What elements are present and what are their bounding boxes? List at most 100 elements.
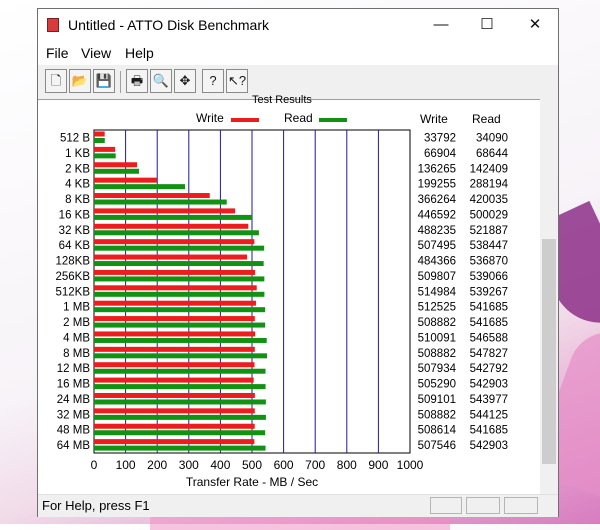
read-value: 546588: [470, 332, 508, 344]
category-label: 32 KB: [59, 225, 91, 237]
read-bar: [94, 399, 266, 405]
read-value: 521887: [470, 225, 508, 237]
write-bar: [94, 331, 256, 337]
write-bar: [94, 177, 157, 183]
write-bar: [94, 439, 255, 445]
read-bar: [94, 414, 266, 420]
category-label: 4 MB: [63, 332, 90, 344]
category-label: 32 MB: [57, 409, 91, 421]
save-icon[interactable]: 💾: [93, 69, 115, 93]
write-bar: [94, 392, 255, 398]
category-label: 256KB: [55, 271, 90, 283]
print-icon[interactable]: 🖶: [126, 69, 148, 93]
help-icon[interactable]: ?: [202, 69, 224, 93]
write-value: 510091: [418, 332, 456, 344]
context-help-icon[interactable]: ↖?: [226, 69, 248, 93]
x-tick-label: 0: [91, 458, 98, 472]
maximize-button[interactable]: ☐: [464, 9, 510, 41]
print-preview-icon[interactable]: 🔍: [150, 69, 172, 93]
write-value: 507495: [418, 240, 456, 252]
x-tick-label: 900: [368, 458, 388, 472]
category-label: 64 KB: [59, 240, 91, 252]
read-bar: [94, 445, 266, 451]
read-bar: [94, 337, 267, 343]
read-bar: [94, 245, 265, 251]
read-bar: [94, 138, 105, 143]
category-label: 512 B: [60, 133, 90, 145]
read-value: 547827: [470, 348, 508, 360]
menu-view[interactable]: View: [81, 45, 111, 61]
read-value: 539066: [470, 271, 508, 283]
app-window: Untitled - ATTO Disk Benchmark — ☐ ✕ Fil…: [37, 8, 559, 517]
write-bar: [94, 269, 256, 275]
write-bar: [94, 285, 257, 291]
read-value: 538447: [470, 240, 508, 252]
read-bar: [94, 430, 266, 436]
write-value: 509807: [418, 271, 456, 283]
write-bar: [94, 193, 210, 199]
menu-file[interactable]: File: [46, 45, 69, 61]
category-label: 2 MB: [63, 317, 90, 329]
write-value: 507934: [418, 363, 457, 375]
write-bar: [94, 131, 105, 137]
window-title: Untitled - ATTO Disk Benchmark: [68, 17, 269, 33]
menu-bar: File View Help: [38, 41, 558, 65]
scrollbar-thumb[interactable]: [542, 239, 556, 464]
new-document-icon[interactable]: 🗋: [45, 69, 67, 93]
write-value: 446592: [418, 209, 456, 221]
read-bar: [94, 214, 253, 220]
category-label: 48 MB: [57, 425, 91, 437]
write-value: 508882: [418, 348, 456, 360]
close-button[interactable]: ✕: [512, 9, 558, 41]
write-value: 33792: [424, 133, 456, 145]
category-label: 1 MB: [63, 302, 90, 314]
vertical-scrollbar[interactable]: [540, 99, 558, 494]
category-label: 8 MB: [63, 348, 90, 360]
read-bar: [94, 168, 140, 174]
write-bar: [94, 346, 255, 352]
read-value: 68644: [476, 148, 509, 160]
menu-help[interactable]: Help: [125, 45, 154, 61]
status-pane: [504, 497, 538, 514]
category-label: 16 MB: [57, 379, 91, 391]
category-label: 2 KB: [65, 163, 90, 175]
write-bar: [94, 146, 116, 152]
read-value: 542903: [470, 440, 508, 452]
category-label: 16 KB: [59, 209, 91, 221]
write-bar: [94, 239, 255, 245]
results-view: Test Results Write Read Write Read 512 B…: [38, 94, 540, 494]
category-label: 24 MB: [57, 394, 91, 406]
read-bar: [94, 322, 266, 328]
title-bar[interactable]: Untitled - ATTO Disk Benchmark — ☐ ✕: [38, 9, 558, 41]
write-bar: [94, 208, 236, 214]
write-bar: [94, 408, 255, 414]
category-label: 12 MB: [57, 363, 91, 375]
status-pane: [466, 497, 500, 514]
read-value: 544125: [470, 409, 508, 421]
read-value: 541685: [470, 317, 508, 329]
open-folder-icon[interactable]: 📂: [69, 69, 91, 93]
write-value: 136265: [418, 163, 456, 175]
minimize-button[interactable]: —: [418, 9, 464, 41]
x-tick-label: 400: [210, 458, 230, 472]
read-value: 34090: [476, 133, 508, 145]
write-value: 509101: [418, 394, 456, 406]
x-axis-label: Transfer Rate - MB / Sec: [186, 475, 318, 489]
read-value: 542903: [470, 379, 508, 391]
write-value: 508614: [418, 425, 457, 437]
write-bar: [94, 423, 255, 429]
write-bar: [94, 316, 255, 322]
category-label: 4 KB: [65, 179, 90, 191]
transfer-rate-chart: 512 B 33792 34090 1 KB 66904 68644 2 KB 136265 1…: [55, 129, 509, 489]
move-icon[interactable]: ✥: [174, 69, 196, 93]
write-value: 505290: [418, 379, 456, 391]
write-bar: [94, 377, 254, 383]
write-value: 507546: [418, 440, 456, 452]
write-bar: [94, 362, 255, 368]
read-bar: [94, 291, 265, 297]
read-bar: [94, 199, 227, 205]
x-tick-label: 300: [179, 458, 199, 472]
read-value: 288194: [470, 179, 509, 191]
category-label: 1 KB: [65, 148, 90, 160]
x-tick-label: 200: [147, 458, 167, 472]
